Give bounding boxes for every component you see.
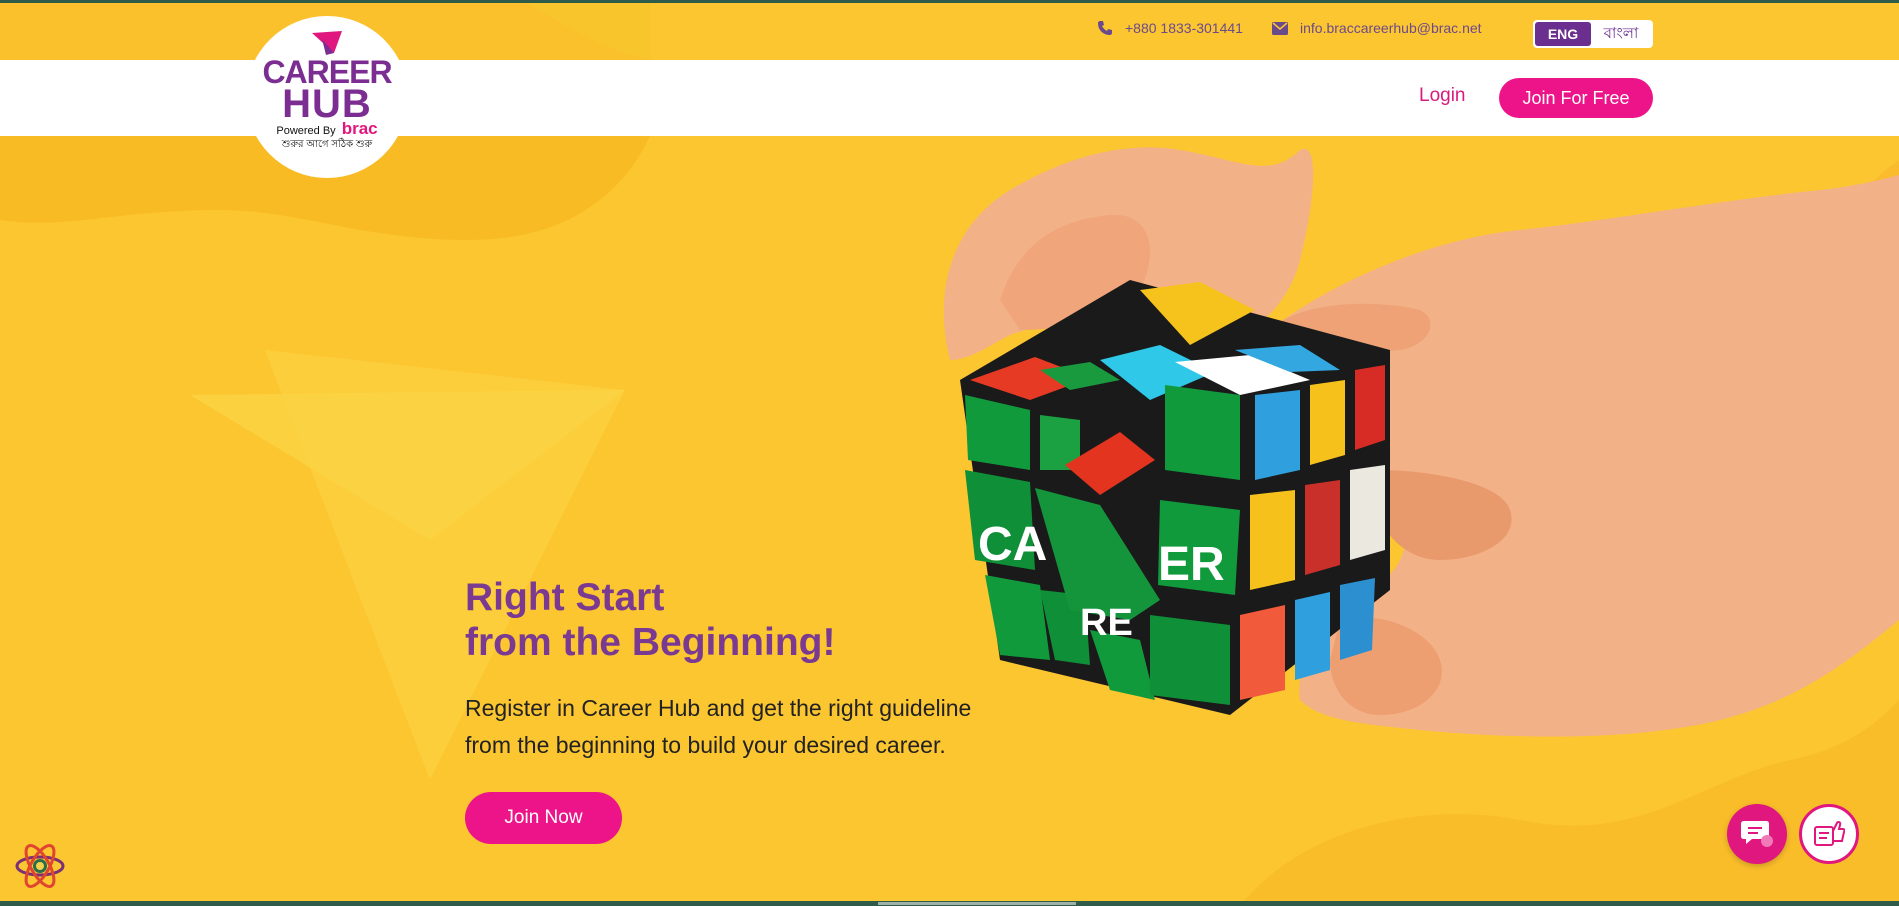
cube-right-blue-2	[1295, 592, 1330, 680]
email-address: info.braccareerhub@brac.net	[1300, 20, 1482, 36]
phone-number: +880 1833-301441	[1125, 20, 1243, 36]
contact-email[interactable]: info.braccareerhub@brac.net	[1272, 20, 1482, 36]
envelope-icon	[1272, 21, 1288, 35]
logo-tagline: শুরুর আগে সঠিক শুরু	[281, 139, 373, 150]
cube-left-green-3	[985, 575, 1050, 660]
join-now-button[interactable]: Join Now	[465, 792, 622, 844]
logo-brac-text: brac	[341, 119, 378, 138]
window-bottom-edge	[0, 901, 1899, 906]
contact-phone[interactable]: +880 1833-301441	[1097, 20, 1243, 36]
logo-flag-icon	[312, 31, 342, 55]
cube-right-red-2	[1305, 480, 1340, 575]
hero-description-line1: Register in Career Hub and get the right…	[465, 695, 972, 721]
hero-title-line2: from the Beginning!	[465, 621, 836, 664]
cube-right-white	[1350, 465, 1385, 560]
hero-title-line1: Right Start	[465, 576, 665, 619]
page: CA RE ER +880 1833-301441 info.braccaree…	[0, 0, 1899, 906]
login-link[interactable]: Login	[1419, 85, 1466, 107]
chat-button[interactable]	[1727, 804, 1787, 864]
career-hub-logo[interactable]: CAREER HUB Powered By brac শুরুর আগে সঠি…	[246, 16, 408, 178]
lang-bangla-button[interactable]: বাংলা	[1591, 22, 1651, 47]
logo-powered-text: Powered By	[276, 125, 336, 137]
react-icon[interactable]	[14, 840, 66, 892]
cube-right-blue-1	[1255, 390, 1300, 480]
feedback-icon	[1814, 820, 1845, 846]
window-top-edge	[0, 0, 1899, 3]
hero-description-line2: from the beginning to build your desired…	[465, 732, 946, 758]
cube-right-yellow-1	[1310, 380, 1345, 465]
feedback-button[interactable]	[1799, 804, 1859, 864]
cube-text-re: RE	[1080, 602, 1133, 644]
cube-text-ca: CA	[978, 518, 1047, 571]
cube-right-blue-3	[1340, 578, 1375, 660]
horizontal-scrollbar[interactable]	[878, 902, 1076, 905]
cube-center-green-3	[1150, 615, 1230, 705]
logo-hub-text: HUB	[282, 82, 372, 126]
cube-right-red-1	[1355, 365, 1385, 450]
phone-icon	[1098, 21, 1112, 35]
cube-center-green-1	[1165, 385, 1240, 480]
join-for-free-button[interactable]: Join For Free	[1499, 78, 1653, 118]
cube-text-er: ER	[1158, 538, 1225, 591]
cube-right-orange	[1240, 605, 1285, 700]
cube-right-yellow-2	[1250, 490, 1295, 590]
lang-eng-button[interactable]: ENG	[1535, 22, 1591, 46]
chat-icon	[1741, 821, 1773, 847]
logo-powered-by: Powered By brac	[276, 119, 378, 138]
language-switch: ENG বাংলা	[1533, 20, 1653, 48]
